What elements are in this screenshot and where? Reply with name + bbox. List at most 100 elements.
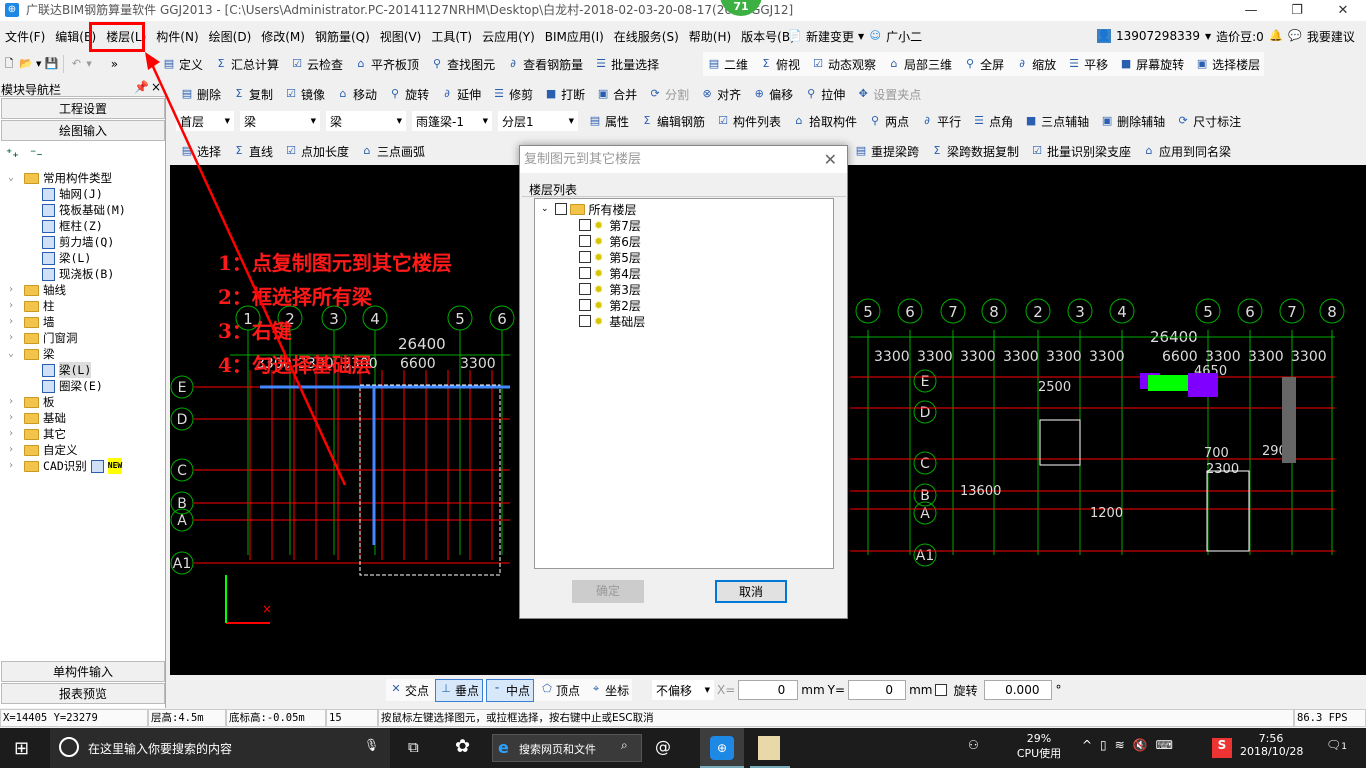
chevron-down-icon[interactable]: ▼	[858, 32, 864, 41]
x-input[interactable]: 0	[738, 680, 799, 700]
paint-app-taskbar[interactable]	[750, 728, 790, 768]
drawing-input-button[interactable]: 绘图输入	[1, 120, 165, 141]
toolbar-button[interactable]: ☑ 动态观察	[807, 56, 880, 73]
tree-item[interactable]: ⌄ 梁	[8, 346, 126, 362]
clock[interactable]: 7:56 2018/10/28	[1240, 732, 1303, 758]
toolbar-select[interactable]: 梁 ▼	[240, 111, 320, 131]
toolbar-button[interactable]: Σ 复制	[228, 86, 277, 103]
tree-item[interactable]: 剪力墙(Q)	[8, 234, 126, 250]
task-view-icon[interactable]: ⧉	[408, 738, 419, 756]
toolbar-button[interactable]: ⚲ 旋转	[384, 86, 433, 103]
toolbar-button[interactable]: ⌂ 移动	[332, 86, 381, 103]
toolbar-button[interactable]: ⌂ 平齐板顶	[350, 56, 423, 73]
floor-checkbox[interactable]	[579, 267, 591, 279]
toolbar-button[interactable]: ☰ 修剪	[488, 86, 537, 103]
tree-item[interactable]: › 自定义	[8, 442, 126, 458]
toolbar-button[interactable]: ⚲ 拉伸	[800, 86, 849, 103]
floor-checkbox[interactable]	[579, 219, 591, 231]
tree-item[interactable]: 轴网(J)	[8, 186, 126, 202]
undo-icon[interactable]: ↶	[69, 57, 83, 71]
toolbar-button[interactable]: ⌂ 拾取构件	[788, 113, 861, 130]
toolbar-button[interactable]: ▤ 删除	[176, 86, 225, 103]
toolbar-button[interactable]: Σ 汇总计算	[210, 56, 283, 73]
more-icon[interactable]: »	[111, 57, 118, 71]
toolbar-button[interactable]: ⊕ 偏移	[748, 86, 797, 103]
tree-item[interactable]: 梁(L)	[8, 250, 126, 266]
toolbar-button[interactable]: ⌂ 三点画弧	[356, 143, 429, 160]
menu-item[interactable]: 工具(T)	[426, 28, 477, 45]
expand-all-icon[interactable]: ⁺₊	[6, 146, 19, 160]
snap-button[interactable]: ✕ 交点	[386, 680, 432, 701]
chevron-right-icon[interactable]: ›	[8, 282, 24, 298]
toolbar-button[interactable]: ⊗ 对齐	[696, 86, 745, 103]
menu-item[interactable]: 构件(N)	[151, 28, 203, 45]
all-floors-checkbox[interactable]	[554, 203, 567, 215]
chevron-down-icon[interactable]: ⌄	[8, 346, 24, 362]
toolbar-button[interactable]: ⌂ 应用到同名梁	[1138, 143, 1235, 160]
floor-checkbox[interactable]	[579, 251, 591, 263]
toolbar-button[interactable]: ☑ 云检查	[286, 56, 347, 73]
cancel-button[interactable]: 取消	[715, 580, 787, 603]
toolbar-select[interactable]: 分层1 ▼	[498, 111, 578, 131]
tree-item[interactable]: › 其它	[8, 426, 126, 442]
toolbar-button[interactable]: ⚲ 查找图元	[426, 56, 499, 73]
toolbar-button[interactable]: ⚲ 全屏	[959, 56, 1008, 73]
ok-button[interactable]: 确定	[572, 580, 644, 603]
chevron-right-icon[interactable]: ›	[8, 394, 24, 410]
menu-item[interactable]: 修改(M)	[256, 28, 310, 45]
tree-item[interactable]: ⌄ 常用构件类型	[8, 170, 126, 186]
tree-item[interactable]: › 门窗洞	[8, 330, 126, 346]
y-input[interactable]: 0	[848, 680, 907, 700]
chevron-right-icon[interactable]: ›	[8, 298, 24, 314]
toolbar-button[interactable]: ▤ 定义	[158, 56, 207, 73]
collapse-all-icon[interactable]: ⁻₋	[30, 146, 43, 160]
floor-checkbox[interactable]	[579, 299, 591, 311]
chevron-right-icon[interactable]: ›	[8, 330, 24, 346]
floor-item[interactable]: ✹ 第3层	[579, 281, 641, 297]
tree-item[interactable]: › 墙	[8, 314, 126, 330]
menu-item[interactable]: BIM应用(I)	[540, 28, 609, 45]
chevron-right-icon[interactable]: ›	[8, 442, 24, 458]
toolbar-button[interactable]: ▤ 属性	[584, 113, 633, 130]
toolbar-button[interactable]: ☑ 批量识别梁支座	[1026, 143, 1135, 160]
snap-button[interactable]: ⬠ 顶点	[537, 680, 583, 701]
menu-item[interactable]: 钢筋量(Q)	[310, 28, 375, 45]
menu-item[interactable]: 视图(V)	[375, 28, 427, 45]
sogou-ime-icon[interactable]: S	[1212, 738, 1232, 758]
new-change-button[interactable]: 新建变更	[806, 28, 854, 45]
toolbar-button[interactable]: ☰ 平移	[1063, 56, 1112, 73]
browser-search-box[interactable]: e 搜索网页和文件 ⌕	[492, 734, 642, 762]
toolbar-button[interactable]: ☑ 构件列表	[712, 113, 785, 130]
tree-item[interactable]: › CAD识别 NEW	[8, 458, 126, 474]
chevron-down-icon[interactable]: ⌄	[541, 204, 549, 214]
menu-item[interactable]: 文件(F)	[0, 28, 50, 45]
pin-icon[interactable]: 📌	[134, 80, 149, 94]
toolbar-button[interactable]: Σ 直线	[228, 143, 277, 160]
tree-item[interactable]: 现浇板(B)	[8, 266, 126, 282]
snap-button[interactable]: ⊥ 垂点	[435, 678, 484, 702]
floor-item[interactable]: ✹ 第2层	[579, 297, 641, 313]
new-file-icon[interactable]: 🗋	[2, 57, 16, 71]
tree-item[interactable]: › 板	[8, 394, 126, 410]
dialog-close-button[interactable]: ✕	[824, 146, 837, 173]
chevron-down-icon[interactable]: ⌄	[8, 170, 24, 186]
rotate-input[interactable]: 0.000	[984, 680, 1053, 700]
restore-button[interactable]: ❐	[1274, 0, 1320, 21]
toolbar-button[interactable]: Σ 编辑钢筋	[636, 113, 709, 130]
people-icon[interactable]: ⚇	[968, 738, 979, 752]
windows-start-icon[interactable]: ⊞	[14, 738, 29, 759]
toolbar-button[interactable]: ▤ 重提梁跨	[850, 143, 923, 160]
bell-icon[interactable]: 🔔	[1269, 29, 1283, 43]
microphone-icon[interactable]: 🎙	[364, 738, 379, 752]
suggest-button[interactable]: 我要建议	[1307, 28, 1355, 45]
toolbar-button[interactable]: ▣ 删除辅轴	[1096, 113, 1169, 130]
toolbar-button[interactable]: ∂ 缩放	[1011, 56, 1060, 73]
assistant-button[interactable]: 广小二	[886, 28, 922, 45]
menu-item[interactable]: 绘图(D)	[204, 28, 257, 45]
menu-item[interactable]: 在线服务(S)	[609, 28, 684, 45]
toolbar-button[interactable]: ☑ 镜像	[280, 86, 329, 103]
toolbar-button[interactable]: ∂ 延伸	[436, 86, 485, 103]
floor-item[interactable]: ✹ 第7层	[579, 217, 641, 233]
toolbar-button[interactable]: ▣ 合并	[592, 86, 641, 103]
toolbar-button[interactable]: ☑ 点加长度	[280, 143, 353, 160]
